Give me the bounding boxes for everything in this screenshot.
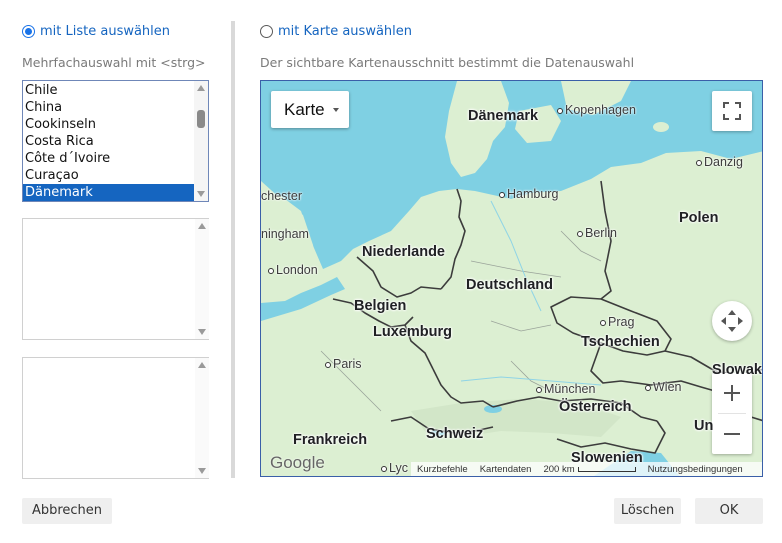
scale-label: 200 km	[543, 463, 575, 475]
map-label-belgien: Belgien	[354, 298, 407, 314]
radio-checked-icon[interactable]	[22, 25, 35, 38]
scroll-down-icon[interactable]	[198, 329, 206, 335]
fullscreen-icon[interactable]	[712, 91, 752, 131]
map-label-luxemburg: Luxemburg	[373, 324, 452, 340]
scroll-up-icon[interactable]	[197, 85, 205, 91]
map-label-ungarn: Un	[694, 418, 714, 434]
ok-button[interactable]: OK	[695, 498, 763, 524]
radio-unchecked-icon[interactable]	[260, 25, 273, 38]
map-label-deutschland: Deutschland	[466, 277, 554, 293]
country-list-item[interactable]: Dänemark	[23, 184, 208, 201]
city-marker-icon	[696, 160, 702, 166]
map-type-label[interactable]: Karte	[284, 100, 325, 119]
map-city-wien: Wien	[645, 380, 681, 394]
zoom-out-icon[interactable]	[712, 414, 752, 454]
scroll-thumb[interactable]	[197, 110, 205, 128]
camera-control-icon[interactable]	[712, 301, 752, 341]
delete-button[interactable]: Löschen	[614, 498, 681, 524]
city-marker-icon	[381, 466, 387, 472]
city-marker-icon	[645, 385, 651, 391]
map-city-hamburg: Hamburg	[499, 187, 558, 201]
map-label-schweiz: Schweiz	[426, 426, 484, 442]
country-list-item[interactable]: Costa Rica	[23, 133, 208, 150]
scale-line	[577, 466, 636, 472]
scale-bar[interactable]: 200 km	[543, 463, 636, 475]
map-city-muenchen: München	[536, 382, 595, 396]
city-marker-icon	[600, 320, 606, 326]
map-attribution-bar: Kurzbefehle Kartendaten 200 km Nutzungsb…	[411, 462, 762, 476]
country-list-scrollbar[interactable]	[194, 81, 208, 201]
city-marker-icon	[268, 268, 274, 274]
map-type-button[interactable]: Karte	[271, 91, 349, 128]
scroll-up-icon[interactable]	[198, 362, 206, 368]
dropdown-caret-icon[interactable]	[333, 108, 339, 112]
secondary-listbox[interactable]	[22, 218, 209, 340]
zoom-control[interactable]	[712, 373, 752, 454]
map-label-niederlande: Niederlande	[362, 244, 445, 260]
map-label-slowakei: Slowakei	[712, 362, 762, 378]
map-label-daenemark: Dänemark	[468, 108, 539, 124]
zoom-in-icon[interactable]	[712, 373, 752, 413]
list-mode-radio[interactable]: mit Liste auswählen	[22, 24, 170, 39]
country-list-item[interactable]: China	[23, 99, 208, 116]
map-city-paris: Paris	[325, 357, 361, 371]
country-listbox[interactable]: Chile China Cookinseln Costa Rica Côte d´Ivo…	[22, 80, 209, 202]
map-city-manchester: chester	[261, 189, 302, 203]
map-selection-hint: Der sichtbare Kartenausschnitt bestimmt …	[260, 55, 635, 70]
keyboard-shortcuts-link[interactable]: Kurzbefehle	[417, 464, 468, 475]
city-marker-icon	[577, 231, 583, 237]
map-data-link[interactable]: Kartendaten	[480, 464, 532, 475]
map-label-tschechien: Tschechien	[581, 334, 660, 350]
panel-divider	[231, 21, 235, 478]
city-marker-icon	[499, 192, 505, 198]
map-view[interactable]: Karte Dänemark Niederlande Deutschland P…	[260, 80, 763, 477]
country-list-item[interactable]: Côte d´Ivoire	[23, 150, 208, 167]
country-list-item[interactable]: Chile	[23, 82, 208, 99]
country-list-item[interactable]: Cookinseln	[23, 116, 208, 133]
map-city-berlin: Berlin	[577, 226, 617, 240]
map-mode-radio[interactable]: mit Karte auswählen	[260, 24, 412, 39]
country-list-item[interactable]: Curaçao	[23, 167, 208, 184]
terms-link[interactable]: Nutzungsbedingungen	[648, 464, 743, 475]
map-city-birmingham: ningham	[261, 227, 309, 241]
multiselect-hint: Mehrfachauswahl mit <strg>	[22, 55, 206, 70]
map-label-oesterreich: Österreich	[559, 399, 632, 415]
map-city-london: London	[268, 263, 318, 277]
scroll-down-icon[interactable]	[197, 191, 205, 197]
map-label-polen: Polen	[679, 210, 719, 226]
scroll-up-icon[interactable]	[198, 223, 206, 229]
camera-control-button[interactable]	[712, 301, 752, 341]
city-marker-icon	[325, 362, 331, 368]
city-marker-icon	[557, 108, 563, 114]
tertiary-list-scrollbar[interactable]	[195, 358, 209, 478]
list-mode-label[interactable]: mit Liste auswählen	[40, 24, 170, 39]
tertiary-listbox[interactable]	[22, 357, 209, 479]
google-logo: Google	[270, 453, 325, 472]
map-city-prag: Prag	[600, 315, 634, 329]
cancel-button[interactable]: Abbrechen	[22, 498, 112, 524]
city-marker-icon	[536, 387, 542, 393]
secondary-list-scrollbar[interactable]	[195, 219, 209, 339]
map-city-lyon: Lyc	[381, 461, 408, 475]
fullscreen-button[interactable]	[712, 91, 752, 131]
map-city-danzig: Danzig	[696, 155, 743, 169]
map-city-kopenhagen: Kopenhagen	[557, 103, 636, 117]
map-label-frankreich: Frankreich	[293, 432, 368, 448]
map-mode-label[interactable]: mit Karte auswählen	[278, 24, 412, 39]
scroll-down-icon[interactable]	[198, 468, 206, 474]
